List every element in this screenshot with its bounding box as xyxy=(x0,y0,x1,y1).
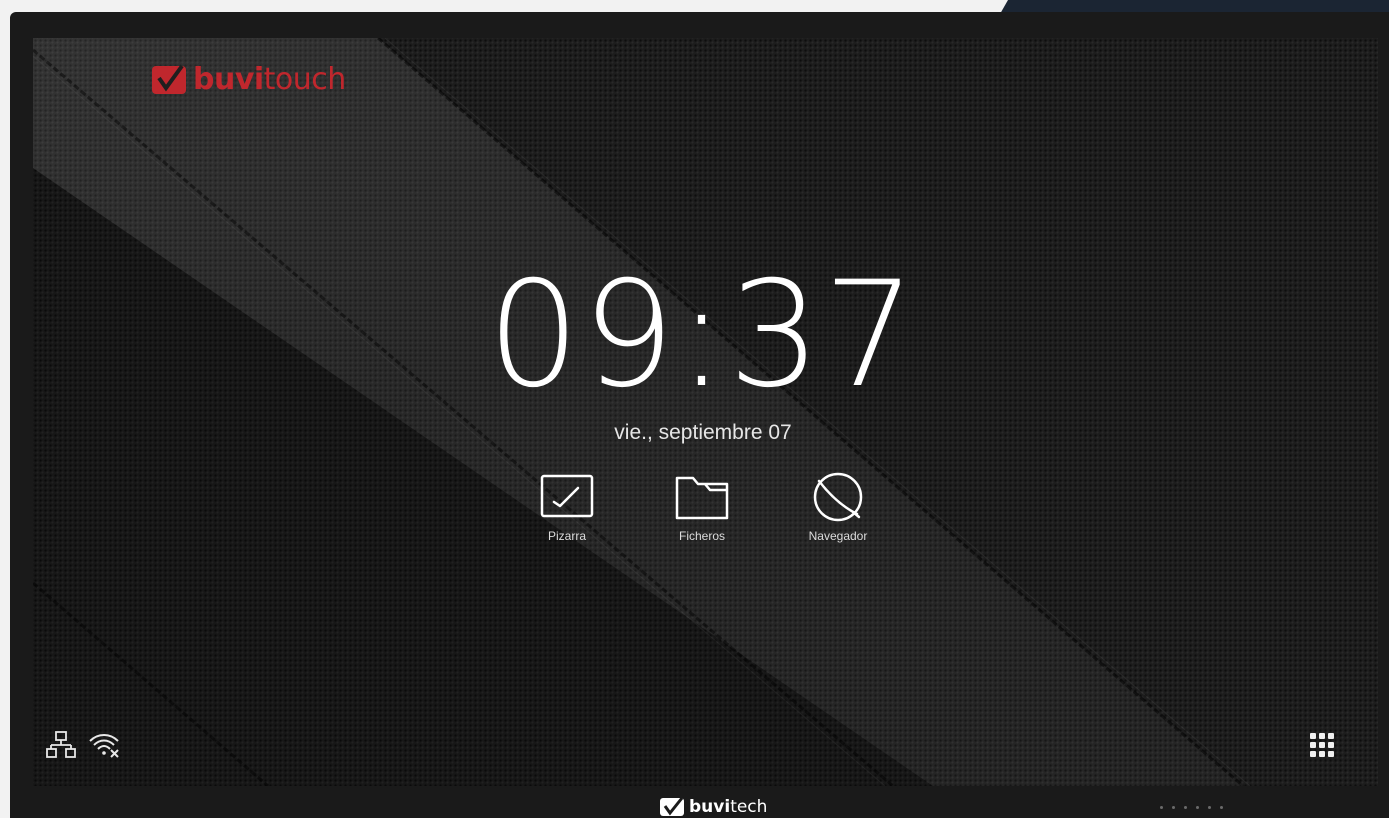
app-label-navegador: Navegador xyxy=(808,529,868,543)
whiteboard-icon xyxy=(540,474,594,518)
buvitech-bezel-logo: buvitech xyxy=(660,796,767,818)
app-label-ficheros: Ficheros xyxy=(678,529,725,543)
wifi-disconnected-icon[interactable] xyxy=(88,731,120,759)
folder-icon xyxy=(675,476,729,520)
app-grid-icon[interactable] xyxy=(1310,733,1338,761)
buvitech-logo-text: buvitech xyxy=(689,797,768,817)
bezel-control-indicators xyxy=(1160,806,1223,809)
clock-time: 09:37 xyxy=(487,250,918,420)
app-ficheros[interactable]: Ficheros xyxy=(647,474,757,543)
browser-globe-icon xyxy=(813,472,863,522)
clock-date: vie., septiembre 07 xyxy=(614,421,792,444)
ethernet-network-icon[interactable] xyxy=(46,730,76,760)
app-navegador[interactable]: Navegador xyxy=(783,472,893,543)
app-pizarra[interactable]: Pizarra xyxy=(512,474,622,543)
app-label-pizarra: Pizarra xyxy=(547,529,586,543)
buvitouch-logo: buvitouch xyxy=(152,64,346,96)
status-bar xyxy=(46,730,120,760)
buvitech-logo-icon xyxy=(660,797,684,816)
buvitouch-logo-text: buvitouch xyxy=(193,62,346,97)
buvitouch-logo-icon xyxy=(152,64,186,94)
